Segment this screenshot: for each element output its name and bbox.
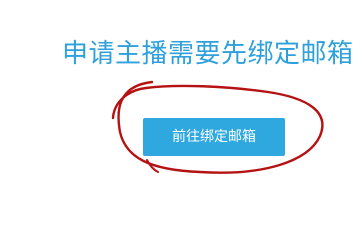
page-title: 申请主播需要先绑定邮箱 <box>62 39 354 69</box>
red-annotation-circle <box>111 80 324 174</box>
go-bind-email-button[interactable]: 前往绑定邮箱 <box>143 118 285 156</box>
